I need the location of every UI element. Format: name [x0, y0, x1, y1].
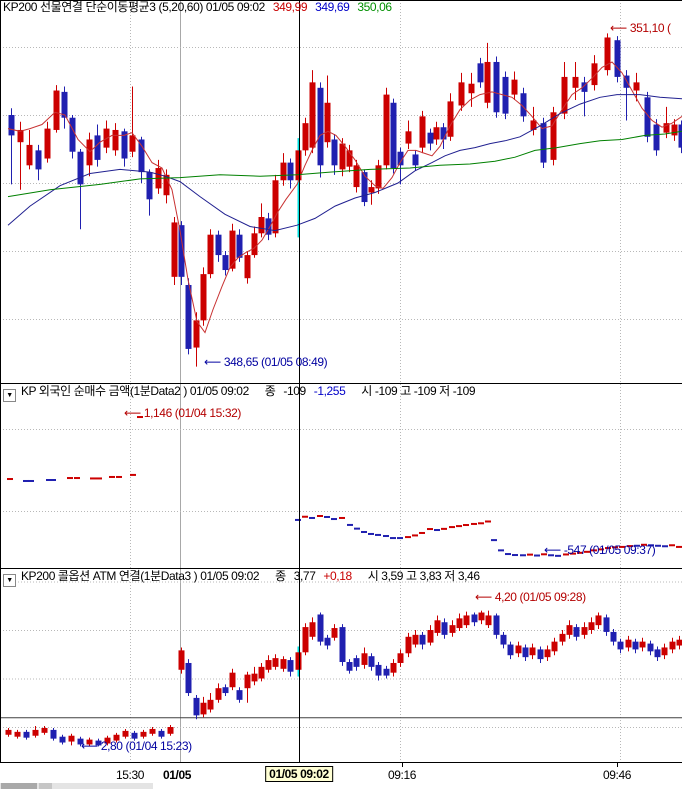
annotation-text: 4,20 (01/05 09:28) [495, 590, 586, 604]
close-value: -109 [283, 384, 305, 398]
current-time-box: 01/05 09:02 [265, 766, 333, 782]
panel-title-futures: KP200 선물연결 단순이동평균3 (5,20,60) 01/05 09:02 [3, 0, 265, 14]
annotation-text: 1,146 (01/04 15:32) [144, 406, 241, 420]
axis-label: 15:30 [116, 768, 144, 782]
change-value: -1,255 [314, 384, 346, 398]
close-value: 3,77 [294, 569, 316, 583]
panel-title-foreign: KP 외국인 순매수 금액(1분Data2 ) 01/05 09:02 [21, 384, 249, 398]
ohl-values: 시 -109 고 -109 저 -109 [361, 384, 475, 398]
extreme-value-annotation: ⟵1,146 (01/04 15:32) [124, 407, 241, 420]
extreme-value-annotation: ⟵-547 (01/05 09:37) [544, 544, 655, 557]
left-arrow-icon: ⟵ [610, 21, 627, 35]
horizontal-scrollbar[interactable] [0, 783, 153, 789]
ohl-values: 시 3,59 고 3,83 저 3,46 [368, 569, 480, 583]
time-axis: 15:30 01/05 01/05 09:02 09:16 09:46 [0, 762, 682, 784]
chart-canvas [0, 0, 682, 762]
annotation-text: 2,80 (01/04 15:23) [101, 739, 192, 753]
extreme-value-annotation: ⟵348,65 (01/05 08:49) [204, 356, 327, 369]
annotation-text: -547 (01/05 09:37) [564, 543, 656, 557]
change-value: +0,18 [323, 569, 351, 583]
panel-header-option: ▼ KP200 콜옵션 ATM 연결(1분Data3 ) 01/05 09:02… [3, 570, 480, 587]
ma5-value: 349,99 [273, 0, 307, 14]
annotation-text: 351,10 ( [630, 21, 671, 35]
ma60-value: 350,06 [357, 0, 391, 14]
panel-header-futures: KP200 선물연결 단순이동평균3 (5,20,60) 01/05 09:02… [3, 1, 392, 14]
left-arrow-icon: ⟵ [204, 355, 221, 369]
left-arrow-icon: ⟵ [81, 739, 98, 753]
panel-header-foreign: ▼ KP 외국인 순매수 금액(1분Data2 ) 01/05 09:02 종 … [3, 385, 475, 402]
left-arrow-icon: ⟵ [544, 543, 561, 557]
ma20-value: 349,69 [315, 0, 349, 14]
annotation-text: 348,65 (01/05 08:49) [224, 355, 327, 369]
extreme-value-annotation: ⟵351,10 ( [610, 22, 671, 35]
left-arrow-icon: ⟵ [475, 590, 492, 604]
collapse-panel-icon[interactable]: ▼ [3, 389, 16, 402]
axis-label: 01/05 [163, 768, 191, 782]
axis-label: 09:16 [388, 768, 416, 782]
scrollbar-thumb[interactable] [1, 783, 37, 789]
extreme-value-annotation: ⟵2,80 (01/04 15:23) [81, 740, 192, 753]
left-arrow-icon: ⟵ [124, 406, 141, 420]
scrollbar-thumb-secondary[interactable] [39, 783, 52, 789]
close-label: 종 [275, 569, 286, 583]
extreme-value-annotation: ⟵4,20 (01/05 09:28) [475, 591, 586, 604]
axis-tick [402, 763, 403, 767]
collapse-panel-icon[interactable]: ▼ [3, 574, 16, 587]
axis-tick [617, 763, 618, 767]
close-label: 종 [265, 384, 276, 398]
axis-label: 09:46 [603, 768, 631, 782]
panel-title-option: KP200 콜옵션 ATM 연결(1분Data3 ) 01/05 09:02 [21, 569, 259, 583]
chart-window: KP200 선물연결 단순이동평균3 (5,20,60) 01/05 09:02… [0, 0, 682, 789]
